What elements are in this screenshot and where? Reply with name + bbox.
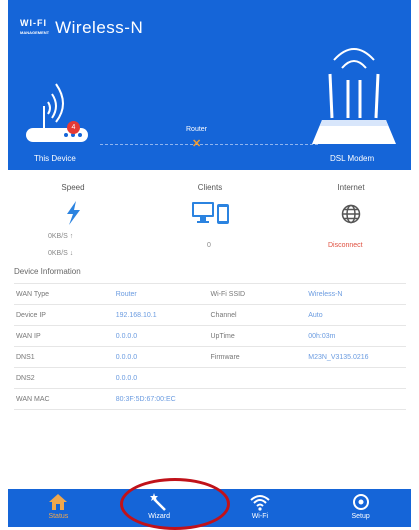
info-label: WAN IP: [16, 332, 41, 340]
internet-title: Internet: [337, 183, 365, 192]
clients-title: Clients: [197, 183, 223, 192]
info-label: DNS2: [16, 374, 35, 382]
tab-setup[interactable]: Setup: [310, 489, 411, 527]
tab-label: Status: [48, 513, 69, 520]
notification-badge: 4: [67, 121, 80, 134]
logo: WI-FI MANAGEMENT Wireless-N: [20, 18, 143, 38]
internet-status: Disconnect: [328, 242, 363, 249]
logo-mark-sub: MANAGEMENT: [20, 30, 50, 35]
table-row: DNS2 0.0.0.0: [14, 368, 406, 389]
clients-devices-icon[interactable]: [191, 200, 231, 226]
info-label: Wi-Fi SSID: [210, 290, 246, 298]
globe-icon: [341, 204, 361, 224]
table-row: WAN MAC 80:3F:5D:67:00:EC: [14, 389, 406, 410]
logo-mark-text: WI-FI: [20, 18, 47, 28]
wifi-logo-mark: WI-FI MANAGEMENT: [20, 19, 49, 37]
router-label: Router: [186, 126, 208, 133]
info-value: 80:3F:5D:67:00:EC: [115, 395, 176, 403]
speed-title: Speed: [61, 183, 85, 192]
info-label: DNS1: [16, 353, 35, 361]
table-row: WAN IP 0.0.0.0 UpTime 00h:03m: [14, 326, 406, 347]
info-value: Auto: [308, 311, 323, 319]
highlight-circle-annotation: [120, 478, 230, 530]
dsl-modem-icon[interactable]: [308, 40, 400, 152]
disconnected-x-icon: ✕: [192, 138, 202, 150]
gear-icon: [352, 494, 369, 510]
device-information-title: Device Information: [14, 267, 81, 276]
table-row: WAN Type Router Wi-Fi SSID Wireless-N: [14, 284, 406, 305]
info-value: 0.0.0.0: [115, 353, 138, 361]
app-name: Wireless-N: [55, 18, 144, 37]
this-device-label: This Device: [34, 154, 76, 163]
clients-count: 0: [207, 242, 211, 249]
info-label: UpTime: [210, 332, 235, 340]
table-row: DNS1 0.0.0.0 Firmware M23N_V3135.0216: [14, 347, 406, 368]
wifi-icon: [250, 495, 270, 511]
home-icon: [49, 494, 68, 510]
table-row: Device IP 192.168.10.1 Channel Auto: [14, 305, 406, 326]
speed-down-value: 0KB/S ↓: [48, 250, 74, 257]
info-label: WAN Type: [16, 290, 50, 298]
info-label: Firmware: [210, 353, 240, 361]
info-value: 192.168.10.1: [115, 311, 157, 319]
info-value: 0.0.0.0: [115, 332, 138, 340]
info-value: 00h:03m: [308, 332, 336, 340]
tab-status[interactable]: Status: [8, 489, 109, 527]
dsl-modem-label: DSL Modem: [330, 154, 375, 163]
info-value: 0.0.0.0: [115, 374, 138, 382]
info-value: M23N_V3135.0216: [308, 353, 369, 361]
lightning-icon: [67, 201, 80, 225]
device-info-table: WAN Type Router Wi-Fi SSID Wireless-N De…: [14, 283, 406, 410]
tab-label: Setup: [351, 513, 370, 520]
info-value: Wireless-N: [308, 290, 343, 298]
this-device-router-icon[interactable]: [18, 62, 108, 152]
info-label: WAN MAC: [16, 395, 50, 403]
info-label: Device IP: [16, 311, 46, 319]
info-value: Router: [115, 290, 137, 298]
connection-line: [100, 144, 318, 145]
info-label: Channel: [210, 311, 237, 319]
speed-up-value: 0KB/S ↑: [48, 233, 74, 240]
status-header: WI-FI MANAGEMENT Wireless-N 4 This Devic…: [8, 0, 411, 170]
